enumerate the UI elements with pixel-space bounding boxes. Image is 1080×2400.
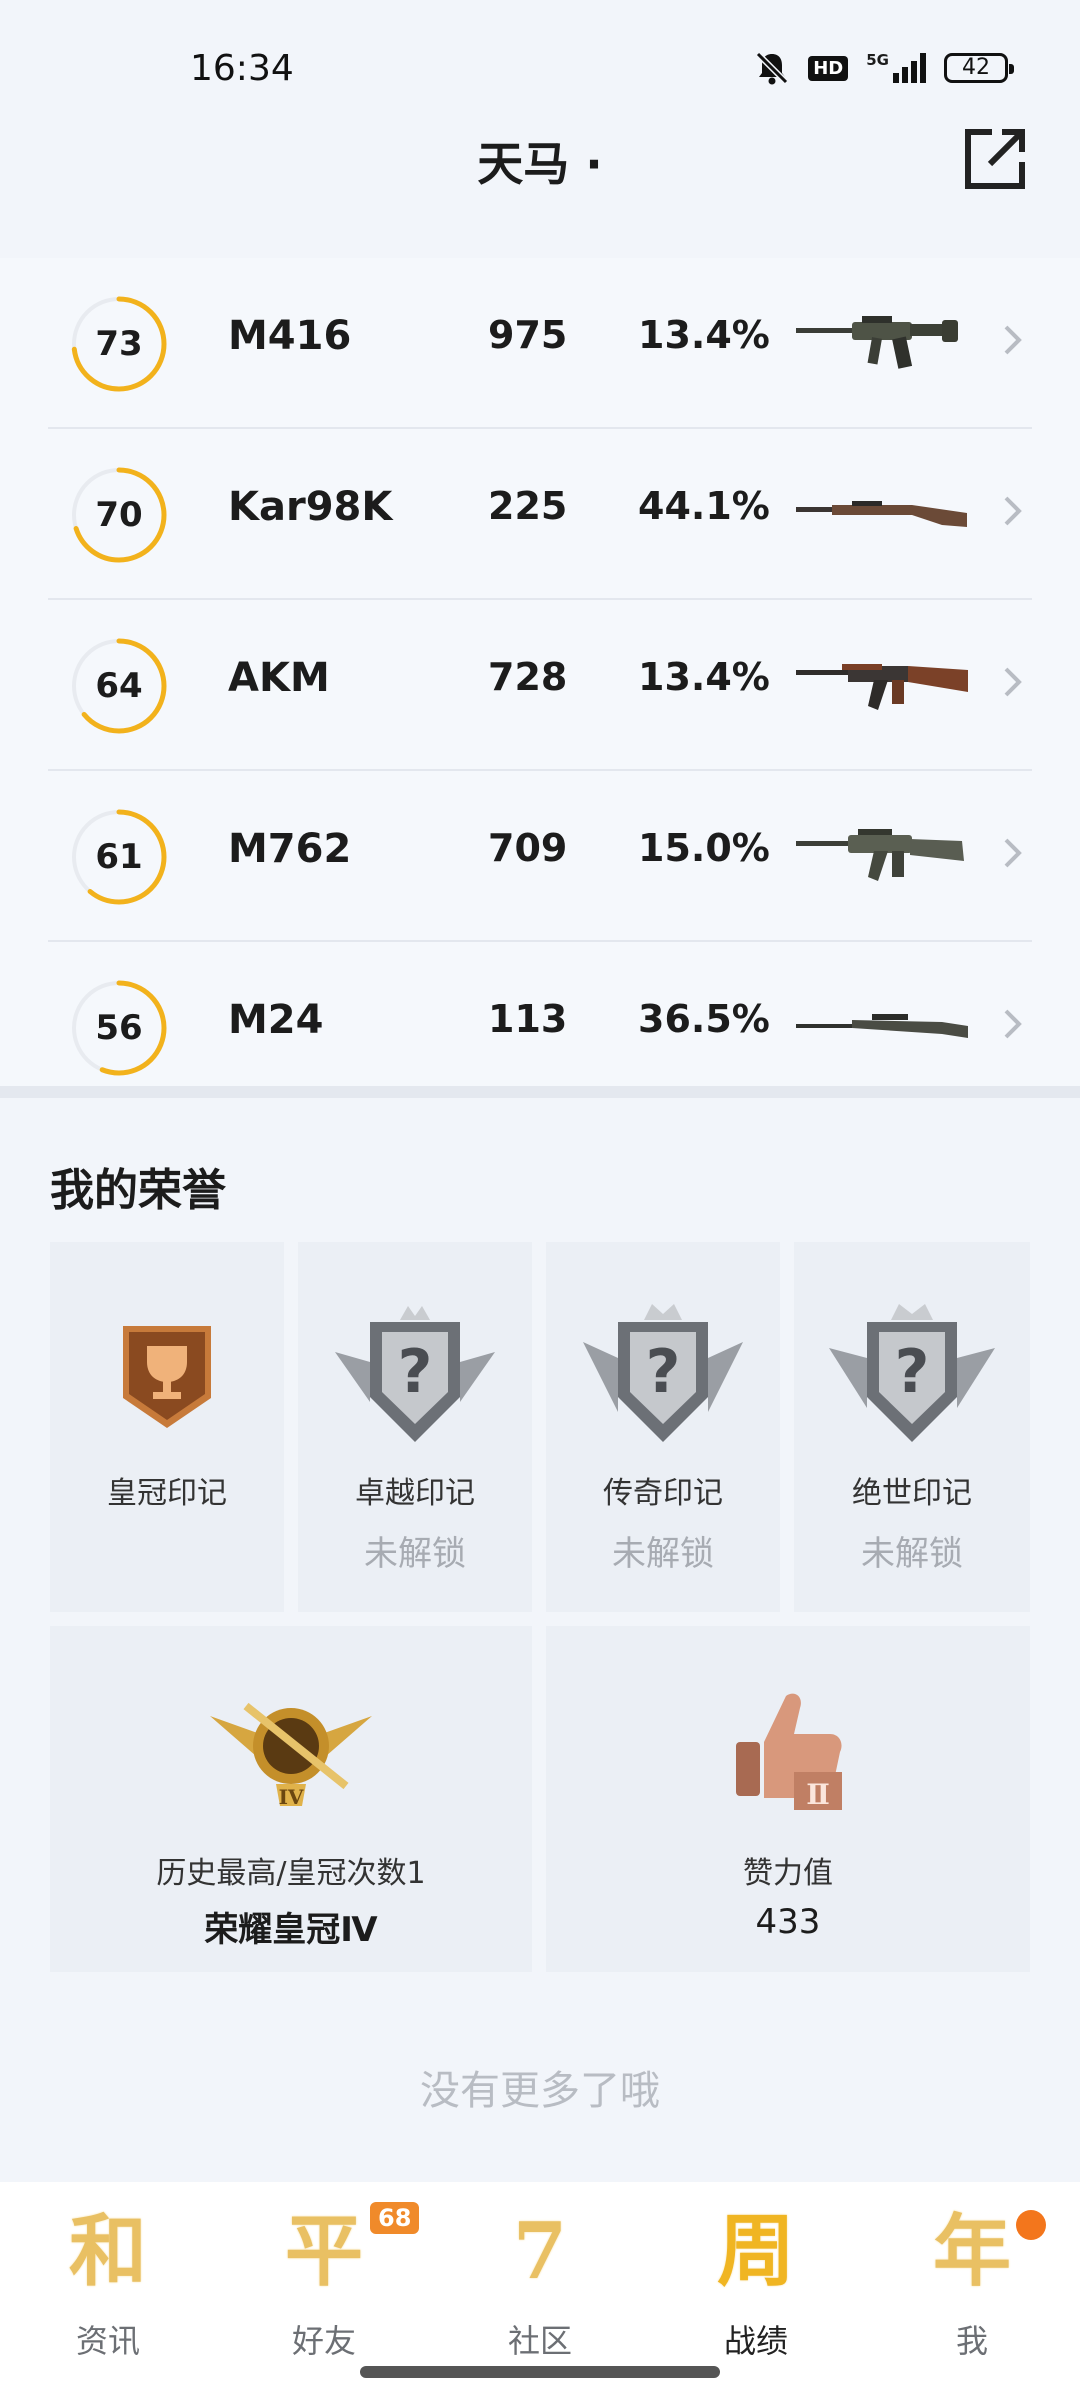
- nav-label: 我: [955, 2322, 988, 2360]
- nav-label: 资讯: [75, 2322, 140, 2360]
- weapon-name: M24: [228, 997, 324, 1043]
- honor-label: 传奇印记: [603, 1476, 723, 1511]
- weapon-count: 709: [488, 826, 568, 870]
- hd-icon: HD: [808, 55, 849, 81]
- likes-label: 赞力值: [743, 1856, 833, 1891]
- network-type: 5G: [866, 51, 889, 69]
- weapon-score: 64: [95, 666, 143, 706]
- weapon-row[interactable]: 73 M416 975 13.4%: [48, 258, 1032, 429]
- status-icons: HD 5G 42: [754, 46, 1014, 90]
- honor-card-peerless-mark[interactable]: ? 绝世印记 未解锁: [794, 1242, 1030, 1612]
- weapon-percent: 13.4%: [638, 313, 770, 357]
- chevron-right-icon: [1004, 496, 1022, 526]
- weapon-name: AKM: [228, 655, 330, 701]
- nav-stats-icon: 周: [716, 2206, 795, 2297]
- highest-rank-value: 荣耀皇冠Ⅳ: [204, 1910, 378, 1950]
- svg-text:?: ?: [895, 1337, 930, 1407]
- honor-status: 未解锁: [612, 1534, 714, 1574]
- status-time: 16:34: [190, 48, 294, 89]
- weapon-count: 113: [488, 997, 568, 1041]
- honor-card-highest-rank[interactable]: IV 历史最高/皇冠次数1 荣耀皇冠Ⅳ: [50, 1626, 532, 1972]
- honor-label: 绝世印记: [852, 1476, 972, 1511]
- locked-badge-icon: ?: [583, 1304, 743, 1442]
- honor-label: 皇冠印记: [107, 1476, 227, 1511]
- honor-card-legend-mark[interactable]: ? 传奇印记 未解锁: [546, 1242, 780, 1612]
- m762-rifle-icon: [796, 829, 964, 881]
- m24-rifle-icon: [796, 1014, 968, 1038]
- weapon-count: 728: [488, 655, 568, 699]
- akm-rifle-icon: [796, 664, 968, 710]
- nav-item-stats[interactable]: 周 战绩: [656, 2202, 856, 2362]
- weapon-percent: 44.1%: [638, 484, 770, 528]
- weapon-score: 73: [95, 324, 143, 364]
- weapon-percent: 15.0%: [638, 826, 770, 870]
- chevron-right-icon: [1004, 1009, 1022, 1039]
- weapon-count: 975: [488, 313, 568, 357]
- nav-label: 好友: [291, 2322, 356, 2360]
- weapon-row[interactable]: 70 Kar98K 225 44.1%: [48, 429, 1032, 600]
- crown-trophy-badge-icon: [123, 1326, 211, 1428]
- bell-off-icon: [756, 51, 789, 85]
- nav-item-me[interactable]: 年 我: [872, 2202, 1072, 2362]
- honor-status: 未解锁: [861, 1534, 963, 1574]
- honor-section-title: 我的荣誉: [50, 1165, 226, 1216]
- weapon-count: 225: [488, 484, 568, 528]
- nav-friends-icon: 平: [284, 2206, 363, 2297]
- battery-icon: 42: [944, 53, 1014, 83]
- notification-badge: 68: [370, 2202, 420, 2234]
- weapon-percent: 36.5%: [638, 997, 770, 1041]
- honor-status: 未解锁: [364, 1534, 466, 1574]
- nav-label: 社区: [507, 2322, 572, 2360]
- honor-card-likes[interactable]: Ⅱ 赞力值 433: [546, 1626, 1030, 1972]
- nav-item-news[interactable]: 和 资讯: [8, 2202, 208, 2362]
- nav-me-icon: 年: [932, 2206, 1011, 2297]
- section-divider: [0, 1086, 1080, 1098]
- likes-tier: Ⅱ: [806, 1778, 830, 1811]
- nav-item-community[interactable]: 7 社区: [440, 2202, 640, 2362]
- locked-badge-icon: ?: [335, 1306, 495, 1442]
- m416-rifle-icon: [796, 316, 958, 369]
- weapon-name: Kar98K: [228, 484, 393, 530]
- weapon-name: M416: [228, 313, 352, 359]
- nav-label: 战绩: [723, 2322, 788, 2360]
- share-external-icon[interactable]: [962, 126, 1028, 192]
- kar98k-rifle-icon: [796, 501, 967, 527]
- highest-rank-label: 历史最高/皇冠次数1: [156, 1856, 426, 1891]
- weapon-name: M762: [228, 826, 352, 872]
- nav-item-friends[interactable]: 平 68 好友: [224, 2202, 424, 2362]
- thumbs-up-icon: Ⅱ: [736, 1693, 842, 1811]
- honor-label: 卓越印记: [355, 1476, 475, 1511]
- honor-card-crown-mark[interactable]: 皇冠印记: [50, 1242, 284, 1612]
- locked-badge-icon: ?: [829, 1304, 995, 1442]
- weapon-list: 73 M416 975 13.4% 70 Kar98K 225 44.1% 64…: [0, 258, 1080, 1088]
- honor-card-excellence-mark[interactable]: ? 卓越印记 未解锁: [298, 1242, 532, 1612]
- weapon-row[interactable]: 61 M762 709 15.0%: [48, 771, 1032, 942]
- signal-icon: [893, 53, 926, 83]
- chevron-right-icon: [1004, 325, 1022, 355]
- weapon-score: 61: [95, 837, 143, 877]
- crown-rank-emblem-icon: IV: [210, 1702, 372, 1809]
- weapon-score: 70: [95, 495, 143, 535]
- no-more-note: 没有更多了哦: [420, 2068, 660, 2114]
- chevron-right-icon: [1004, 838, 1022, 868]
- svg-text:?: ?: [398, 1337, 433, 1407]
- page-header: 天马 ·: [0, 110, 1080, 210]
- page-title: 天马 ·: [477, 137, 603, 191]
- weapon-percent: 13.4%: [638, 655, 770, 699]
- weapon-score: 56: [95, 1008, 143, 1048]
- chevron-right-icon: [1004, 667, 1022, 697]
- nav-community-icon: 7: [512, 2206, 568, 2297]
- likes-value: 433: [755, 1902, 821, 1942]
- svg-text:?: ?: [646, 1337, 681, 1407]
- nav-news-icon: 和: [68, 2206, 147, 2297]
- home-indicator[interactable]: [360, 2366, 720, 2378]
- weapon-row[interactable]: 64 AKM 728 13.4%: [48, 600, 1032, 771]
- notification-dot: [1016, 2210, 1046, 2240]
- rank-tier: IV: [279, 1785, 304, 1809]
